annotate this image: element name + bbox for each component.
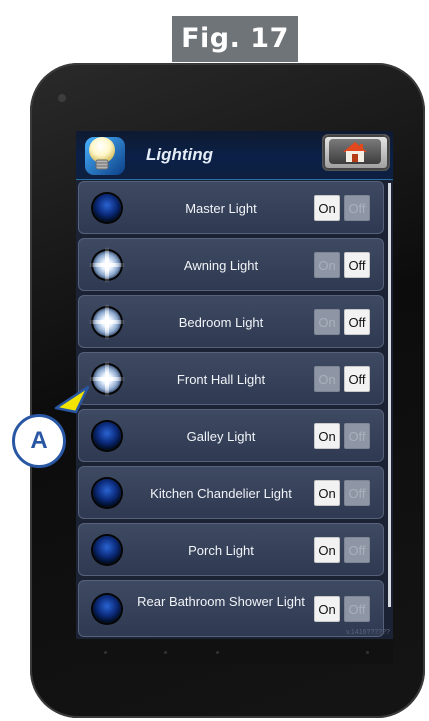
light-name: Front Hall Light — [176, 372, 266, 387]
light-row: Porch Light On Off — [78, 523, 384, 576]
version-text: v.1416?????? — [346, 629, 390, 636]
light-name: Porch Light — [188, 543, 254, 558]
light-on-indicator-icon — [89, 361, 125, 397]
home-button[interactable] — [322, 134, 390, 171]
on-button[interactable]: On — [314, 423, 340, 449]
on-button[interactable]: On — [314, 195, 340, 221]
home-icon — [343, 142, 367, 162]
page-title: Lighting — [146, 145, 214, 164]
on-button[interactable]: On — [314, 480, 340, 506]
nav-dot — [164, 651, 167, 654]
on-button[interactable]: On — [314, 366, 340, 392]
home-button-face — [329, 139, 381, 164]
off-button[interactable]: Off — [344, 537, 370, 563]
off-button[interactable]: Off — [344, 309, 370, 335]
light-name: Master Light — [185, 201, 257, 216]
light-off-indicator-icon — [93, 536, 121, 564]
light-off-indicator-icon — [93, 595, 121, 623]
app-header: Lighting — [76, 131, 393, 180]
on-button[interactable]: On — [314, 252, 340, 278]
off-button[interactable]: Off — [344, 596, 370, 622]
light-row: Awning Light On Off — [78, 238, 384, 291]
off-button[interactable]: Off — [344, 195, 370, 221]
off-button[interactable]: Off — [344, 423, 370, 449]
off-button[interactable]: Off — [344, 252, 370, 278]
light-off-indicator-icon — [93, 422, 121, 450]
system-nav-bar — [76, 640, 393, 664]
light-name: Galley Light — [186, 429, 256, 444]
light-on-indicator-icon — [89, 304, 125, 340]
light-row: Kitchen Chandelier Light On Off — [78, 466, 384, 519]
on-button[interactable]: On — [314, 596, 340, 622]
on-button[interactable]: On — [314, 537, 340, 563]
light-off-indicator-icon — [93, 479, 121, 507]
light-row: Bedroom Light On Off — [78, 295, 384, 348]
light-name: Kitchen Chandelier Light — [150, 486, 292, 501]
light-name: Awning Light — [183, 258, 259, 273]
light-name: Bedroom Light — [178, 315, 264, 330]
figure-label: Fig. 17 — [172, 16, 298, 62]
lightbulb-icon — [85, 137, 125, 175]
light-row: Front Hall Light On Off — [78, 352, 384, 405]
light-on-indicator-icon — [89, 247, 125, 283]
nav-dot — [366, 651, 369, 654]
nav-dot — [104, 651, 107, 654]
camera-dot — [58, 94, 66, 102]
on-button[interactable]: On — [314, 309, 340, 335]
off-button[interactable]: Off — [344, 480, 370, 506]
off-button[interactable]: Off — [344, 366, 370, 392]
callout-a: A — [12, 414, 66, 468]
light-row: Rear Bathroom Shower Light On Off — [78, 580, 384, 637]
app-screen: Lighting Master Light On Off Awning Light On… — [76, 131, 393, 639]
light-row: Master Light On Off — [78, 181, 384, 234]
light-name: Rear Bathroom Shower Light — [137, 594, 305, 609]
nav-dot — [216, 651, 219, 654]
light-row: Galley Light On Off — [78, 409, 384, 462]
scrollbar[interactable] — [388, 183, 391, 607]
light-off-indicator-icon — [93, 194, 121, 222]
